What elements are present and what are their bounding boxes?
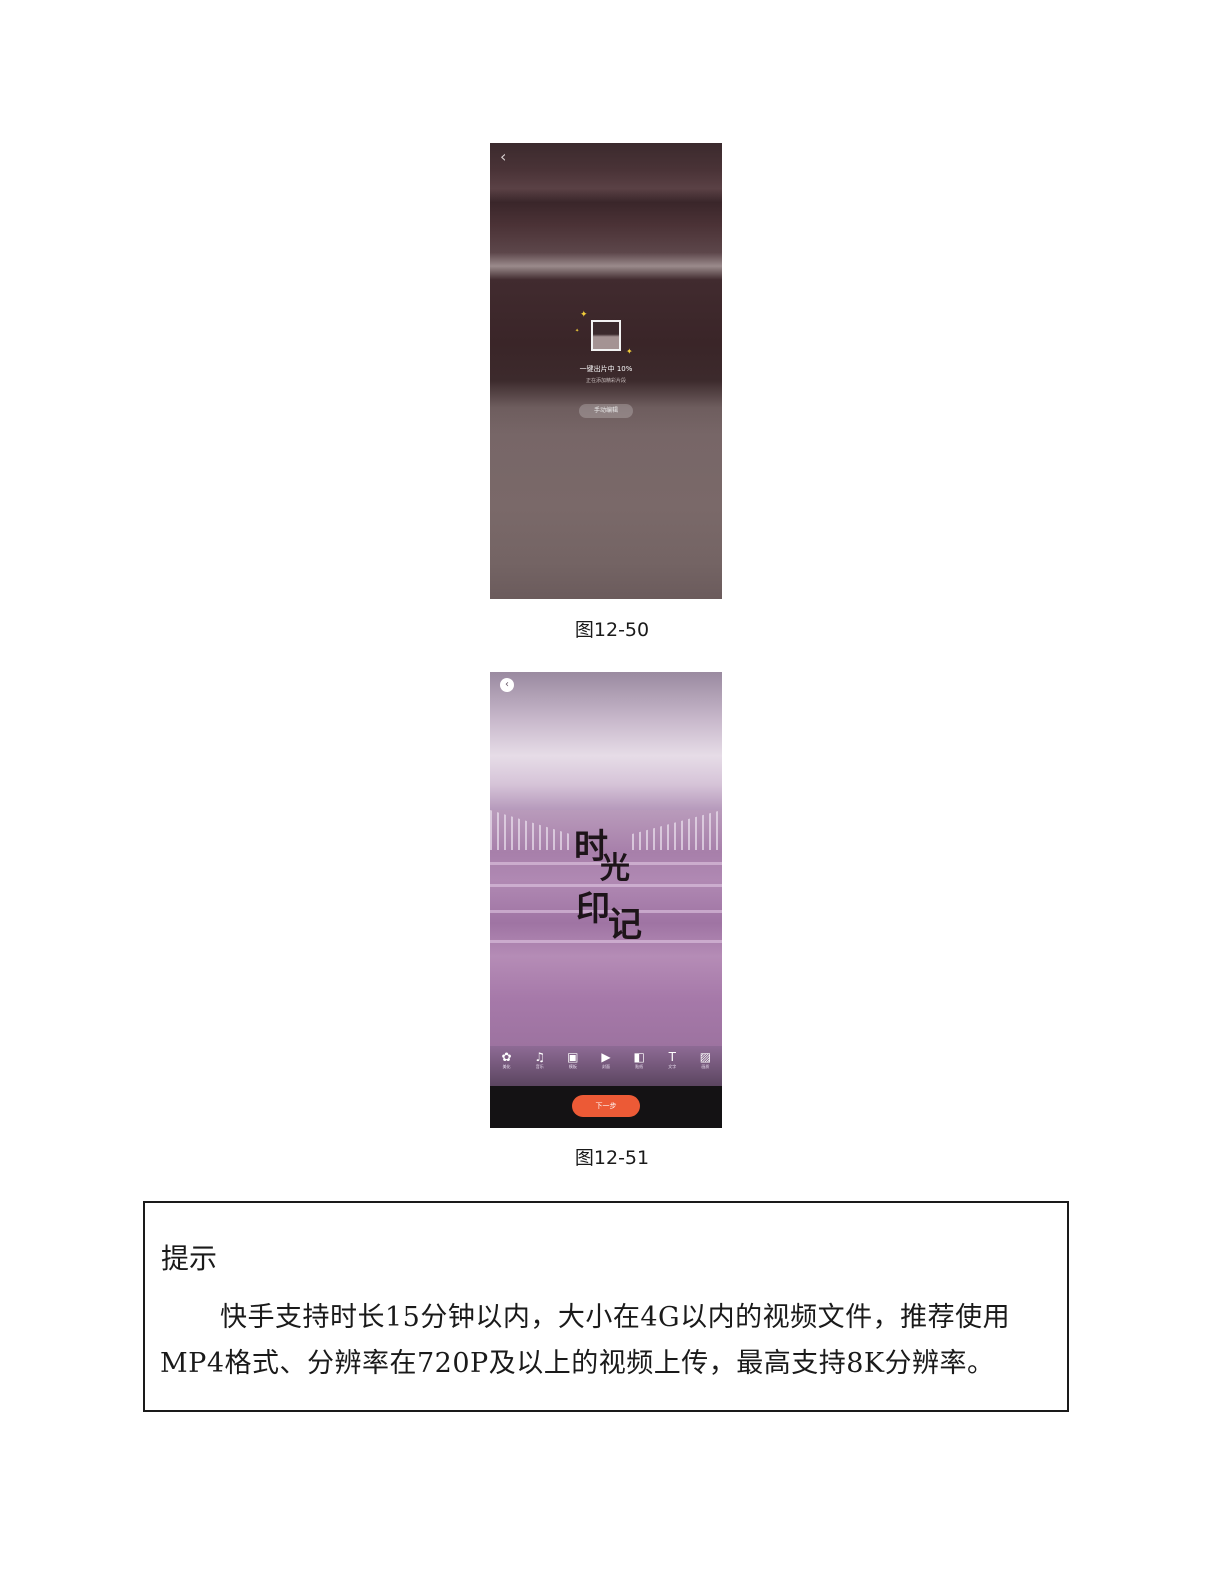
tool-label: 画质 <box>701 1064 710 1069</box>
sparkle-icon: ✦ <box>575 328 580 334</box>
title-char: 记 <box>608 905 642 945</box>
tip-body: 快手支持时长15分钟以内，大小在4G以内的视频文件，推荐使用MP4格式、分辨率在… <box>160 1302 1011 1379</box>
film-frame-icon <box>591 320 621 351</box>
tool-text[interactable]: T 文字 <box>657 1050 687 1070</box>
tool-music[interactable]: ♫ 音乐 <box>525 1050 555 1070</box>
screenshot-video-preview: ‹ 时 光 印 记 ✿ 美化 ♫ 音乐 ▣ 模板 ▶ 封面 ◧ 贴纸 T 文字 … <box>490 672 722 1128</box>
tool-label: 封面 <box>601 1064 610 1069</box>
stair-step <box>490 940 722 943</box>
screenshot-one-click-production: ‹ ✦ ✦ ✦ 一键出片中 10% 正在添加精彩片段 手动编辑 <box>490 143 722 599</box>
tool-label: 美化 <box>502 1064 511 1069</box>
preview-sky <box>490 672 722 812</box>
music-icon: ♫ <box>534 1050 546 1064</box>
tool-quality[interactable]: ▨ 画质 <box>690 1050 720 1070</box>
tool-label: 音乐 <box>535 1064 544 1069</box>
progress-title: 一键出片中 10% <box>579 365 633 373</box>
play-icon: ▶ <box>601 1050 611 1064</box>
text-icon: T <box>668 1050 676 1064</box>
tool-beautify[interactable]: ✿ 美化 <box>492 1050 522 1070</box>
tool-template[interactable]: ▣ 模板 <box>558 1050 588 1070</box>
back-icon[interactable]: ‹ <box>500 147 506 166</box>
edit-toolbar: ✿ 美化 ♫ 音乐 ▣ 模板 ▶ 封面 ◧ 贴纸 T 文字 ▨ 画质 <box>490 1046 722 1086</box>
sparkle-icon: ✦ <box>626 347 633 356</box>
next-step-button[interactable]: 下一步 <box>572 1095 640 1117</box>
filter-icon: ✿ <box>501 1050 512 1064</box>
image-icon: ▨ <box>699 1050 712 1064</box>
tool-sticker[interactable]: ◧ 贴纸 <box>624 1050 654 1070</box>
tip-box: 提示 快手支持时长15分钟以内，大小在4G以内的视频文件，推荐使用MP4格式、分… <box>143 1201 1069 1412</box>
back-icon[interactable]: ‹ <box>500 678 514 692</box>
tool-cover[interactable]: ▶ 封面 <box>591 1050 621 1070</box>
tool-label: 模板 <box>568 1064 577 1069</box>
progress-subtitle: 正在添加精彩片段 <box>585 378 626 384</box>
title-char: 光 <box>600 851 630 886</box>
template-icon: ▣ <box>567 1050 579 1064</box>
sparkle-icon: ✦ <box>580 310 588 320</box>
title-char: 印 <box>576 889 610 929</box>
tool-label: 贴纸 <box>635 1064 644 1069</box>
manual-edit-button[interactable]: 手动编辑 <box>579 404 633 418</box>
tip-title: 提示 <box>161 1242 218 1275</box>
figure-caption: 图12-50 <box>574 619 650 641</box>
figure-caption: 图12-51 <box>574 1147 650 1169</box>
bottom-bar: 下一步 <box>490 1086 722 1128</box>
tool-label: 文字 <box>668 1064 677 1069</box>
sticker-icon: ◧ <box>633 1050 645 1064</box>
